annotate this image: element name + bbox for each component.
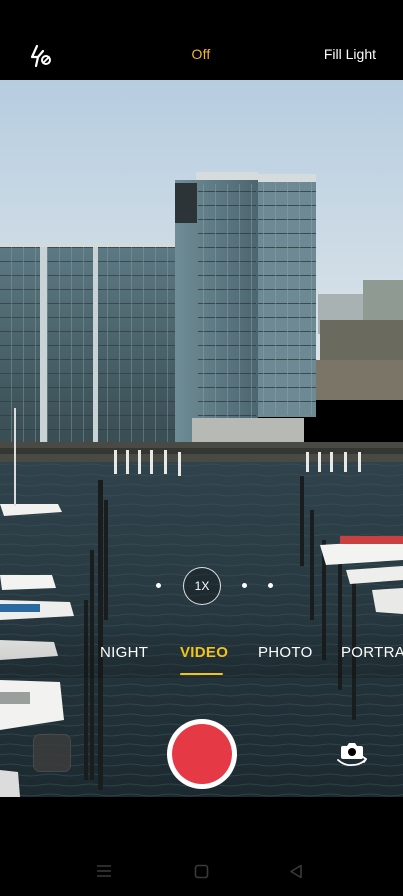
zoom-selector: 1X xyxy=(0,567,403,605)
mode-tab-portrait[interactable]: PORTRAIT xyxy=(341,644,403,661)
zoom-button[interactable]: 1X xyxy=(183,567,221,605)
mode-tab-video[interactable]: VIDEO xyxy=(180,644,228,661)
gallery-thumbnail[interactable] xyxy=(33,734,71,772)
record-icon xyxy=(172,724,232,784)
fill-light-button[interactable]: Fill Light xyxy=(324,46,376,62)
top-bar: Off Fill Light xyxy=(0,0,403,80)
active-mode-indicator xyxy=(180,673,223,675)
viewfinder[interactable] xyxy=(0,80,403,797)
mode-selector: NIGHT VIDEO PHOTO PORTRAIT xyxy=(0,618,403,678)
mode-tab-photo[interactable]: PHOTO xyxy=(258,644,313,661)
zoom-dot[interactable] xyxy=(268,583,273,588)
menu-icon[interactable] xyxy=(96,864,112,878)
zoom-dot[interactable] xyxy=(156,583,161,588)
mode-tab-night[interactable]: NIGHT xyxy=(100,644,148,661)
flash-state-label[interactable]: Off xyxy=(175,46,227,62)
back-icon[interactable] xyxy=(289,864,303,879)
home-icon[interactable] xyxy=(194,864,209,879)
record-button[interactable] xyxy=(167,719,237,789)
zoom-dot[interactable] xyxy=(242,583,247,588)
camera-preview-image xyxy=(0,80,403,797)
status-area-left xyxy=(0,0,180,24)
display-notch xyxy=(176,0,228,24)
navigation-bar xyxy=(0,797,403,896)
switch-camera-icon[interactable] xyxy=(335,738,369,768)
flash-off-icon[interactable] xyxy=(28,43,54,69)
camera-screen: Off Fill Light 1X NIGHT VIDEO PHOTO PORT… xyxy=(0,0,403,896)
